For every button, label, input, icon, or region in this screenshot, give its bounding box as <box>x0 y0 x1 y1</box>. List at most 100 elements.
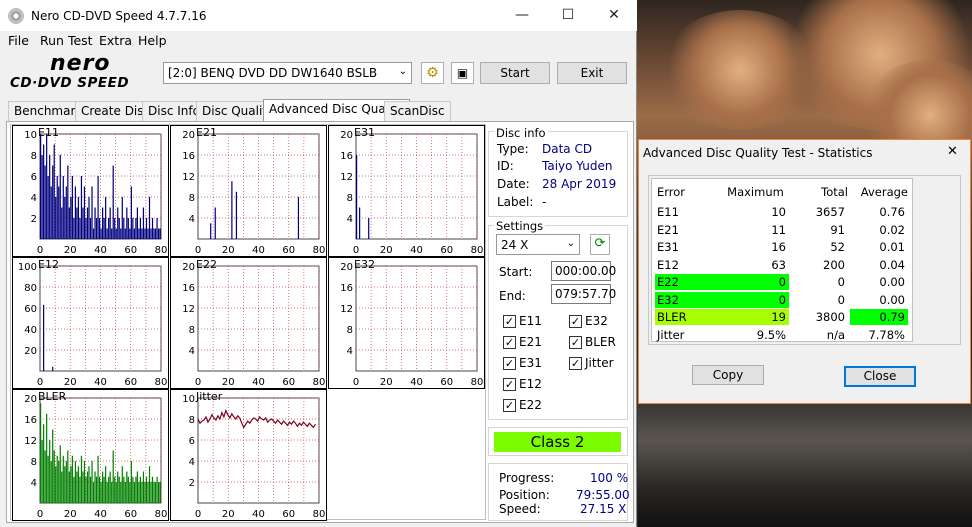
x-tick-label: 20 <box>222 245 235 256</box>
bar <box>133 482 135 503</box>
checkbox-e32[interactable]: ✓ <box>569 315 582 328</box>
checkbox-e31[interactable]: ✓ <box>503 357 516 370</box>
maximize-icon[interactable]: ☐ <box>545 0 591 31</box>
stats-cell: E21 <box>657 222 679 237</box>
y-tick-label: 4 <box>189 457 195 468</box>
settings-title: Settings <box>494 219 546 233</box>
bar <box>118 218 120 239</box>
bar <box>106 228 108 239</box>
bar <box>124 228 126 239</box>
y-tick-label: 20 <box>24 394 37 405</box>
bar <box>46 413 48 503</box>
drive-select[interactable]: [2:0] BENQ DVD DD DW1640 BSLB ⌄ <box>163 62 412 84</box>
close-button[interactable]: Close <box>844 366 916 387</box>
bar <box>120 482 122 503</box>
end-time-input[interactable]: 079:57.70 <box>551 284 616 304</box>
chart-e32-label: E32 <box>354 258 375 271</box>
stats-cell: n/a <box>826 327 845 342</box>
x-tick-label: 60 <box>282 245 295 256</box>
menu-file[interactable]: File <box>8 33 29 48</box>
chart-e12: 100 80 60 40 20 0 20 40 60 80 E12 <box>12 257 169 389</box>
floppy-disk-icon: ▣ <box>456 66 469 80</box>
bar <box>89 476 92 503</box>
bar <box>55 197 57 239</box>
statistics-title-bar: Advanced Disc Quality Test - Statistics … <box>639 140 970 167</box>
x-tick-label: 60 <box>282 377 295 388</box>
checkbox-bler[interactable]: ✓ <box>569 336 582 349</box>
statistics-window: Advanced Disc Quality Test - Statistics … <box>638 139 971 404</box>
stats-cell: 11 <box>771 222 786 237</box>
bar <box>105 197 107 239</box>
speed-refresh-button[interactable]: ⟳ <box>590 234 610 255</box>
bar <box>139 476 142 503</box>
bar <box>73 218 75 239</box>
y-tick-label: 4 <box>189 346 195 357</box>
chart-e12-svg: 100 80 60 40 20 0 20 40 60 80 <box>18 262 167 388</box>
save-button[interactable]: ▣ <box>451 62 474 84</box>
checkbox-jitter[interactable]: ✓ <box>569 357 582 370</box>
drive-refresh-button[interactable]: ⚙ <box>421 62 444 84</box>
y-tick-label: 8 <box>31 151 37 162</box>
x-tick-label: 80 <box>313 377 326 388</box>
bar <box>102 207 104 239</box>
bar <box>53 450 55 503</box>
minimize-icon[interactable]: — <box>499 0 545 31</box>
disc-type-value: Data CD <box>542 142 593 156</box>
x-tick-label: 60 <box>124 377 137 388</box>
class-box: Class 2 <box>488 427 628 456</box>
y-tick-label: 4 <box>347 214 353 225</box>
bar <box>70 197 72 239</box>
progress-value: 100 % <box>590 471 629 485</box>
position-value: 79:55.00 <box>576 488 630 502</box>
exit-button[interactable]: Exit <box>557 62 627 84</box>
bar <box>111 482 113 503</box>
checkbox-e11[interactable]: ✓ <box>503 315 516 328</box>
chart-e12-label: E12 <box>38 258 59 271</box>
bar <box>141 482 143 503</box>
bar <box>46 134 48 239</box>
close-icon[interactable]: ✕ <box>591 0 637 31</box>
close-icon[interactable]: ✕ <box>947 144 958 159</box>
bar <box>141 228 143 239</box>
bar <box>118 476 120 503</box>
bar <box>52 429 54 503</box>
bar <box>138 482 140 503</box>
y-tick-label: 16 <box>24 415 37 426</box>
x-tick-label: 0 <box>353 377 359 388</box>
start-time-input[interactable]: 000:00.00 <box>551 261 616 281</box>
bar <box>92 482 95 503</box>
copy-button[interactable]: Copy <box>692 365 764 385</box>
start-button[interactable]: Start <box>480 62 550 84</box>
x-tick-label: 20 <box>380 377 393 388</box>
speed-select[interactable]: 24 X ⌄ <box>496 234 580 255</box>
checkbox-e12[interactable]: ✓ <box>503 378 516 391</box>
bar <box>58 186 60 239</box>
y-tick-label: 8 <box>189 415 195 426</box>
bar <box>82 471 84 503</box>
stats-cell: E22 <box>655 274 727 290</box>
bar <box>53 144 55 239</box>
x-tick-label: 80 <box>313 245 326 256</box>
menu-help[interactable]: Help <box>138 33 167 48</box>
stats-cell: 0 <box>837 275 845 289</box>
bar <box>105 466 107 503</box>
bar <box>77 466 80 503</box>
bar <box>127 218 129 239</box>
checkbox-e21[interactable]: ✓ <box>503 336 516 349</box>
x-tick-label: 0 <box>195 245 201 256</box>
bar <box>114 218 116 239</box>
bar <box>50 461 52 503</box>
bar <box>126 207 128 239</box>
bar <box>59 155 61 239</box>
stats-cell: 0.00 <box>879 275 905 289</box>
checkbox-e22[interactable]: ✓ <box>503 399 516 412</box>
menu-extra[interactable]: Extra <box>99 33 132 48</box>
y-tick-label: 6 <box>189 436 195 447</box>
bar <box>124 482 126 503</box>
bar <box>47 176 49 239</box>
menu-run-test[interactable]: Run Test <box>40 33 93 48</box>
tab-scandisc[interactable]: ScanDisc <box>384 101 451 121</box>
bar <box>43 304 45 371</box>
bar <box>61 207 63 239</box>
bar <box>80 455 83 503</box>
